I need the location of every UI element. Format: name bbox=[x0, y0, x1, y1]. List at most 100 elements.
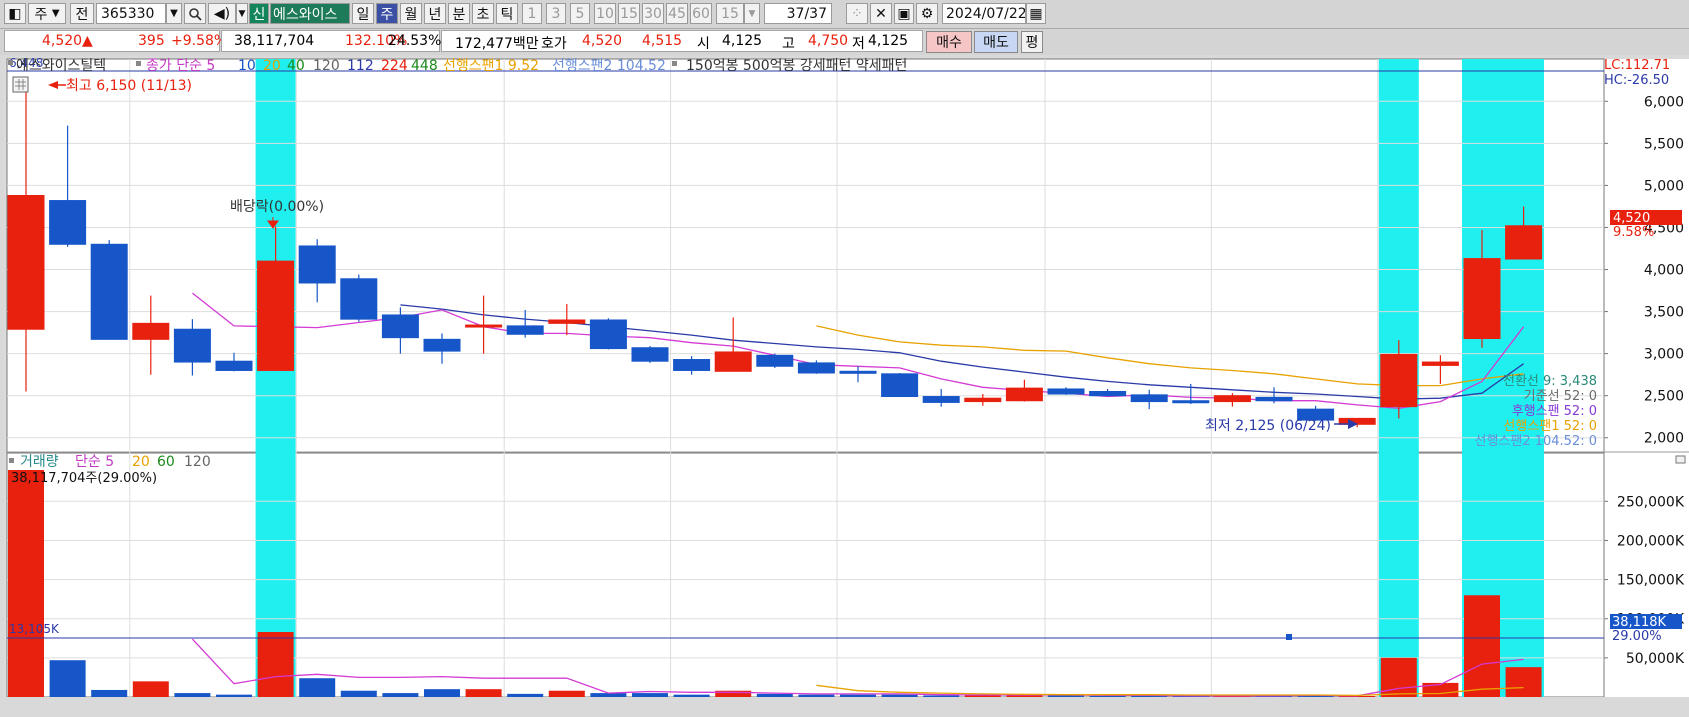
candle-body-29[interactable] bbox=[1213, 395, 1251, 403]
candle-body-0[interactable] bbox=[7, 195, 45, 330]
candle-body-26[interactable] bbox=[1089, 390, 1127, 397]
candle-body-30[interactable] bbox=[1255, 396, 1293, 402]
candle-body-22[interactable] bbox=[922, 396, 960, 403]
legend-ma-120[interactable]: 120 bbox=[313, 58, 340, 74]
calendar-icon[interactable]: ▦ bbox=[1026, 3, 1046, 24]
toolbar: ◧ 주 ▼ 전 365330 ▼ ◀) ▼ 신 에스와이스 일 주 월 년 분 … bbox=[0, 0, 1689, 29]
candle-body-25[interactable] bbox=[1047, 388, 1085, 395]
legend-ma-40[interactable]: 40 bbox=[287, 58, 305, 74]
speaker-dropdown-icon[interactable]: ▼ bbox=[236, 3, 248, 24]
grid-icon[interactable]: ⁘ bbox=[846, 3, 868, 24]
legend-ma-10[interactable]: 10 bbox=[238, 58, 256, 74]
crosshair-icon[interactable]: ✕ bbox=[870, 3, 892, 24]
pane-resize-icon[interactable] bbox=[1675, 455, 1686, 464]
candle-body-19[interactable] bbox=[797, 362, 835, 374]
speaker-icon[interactable]: ◀) bbox=[208, 3, 236, 24]
market-select[interactable]: 주 ▼ bbox=[28, 3, 66, 24]
interval-3[interactable]: 3 bbox=[546, 3, 566, 24]
period-month[interactable]: 월 bbox=[400, 3, 422, 24]
candle-body-10[interactable] bbox=[423, 338, 461, 352]
interval-15[interactable]: 15 bbox=[618, 3, 640, 24]
vol-legend-ma-60[interactable]: 60 bbox=[157, 454, 175, 470]
candle-body-21[interactable] bbox=[881, 373, 919, 398]
volume-bar-5 bbox=[216, 694, 252, 697]
interval-dropdown-icon[interactable]: ▼ bbox=[744, 3, 760, 24]
legend-ma-112[interactable]: 112 bbox=[347, 58, 374, 74]
candle-body-24[interactable] bbox=[1005, 387, 1043, 402]
period-year[interactable]: 년 bbox=[424, 3, 446, 24]
vol-legend-ma-120[interactable]: 120 bbox=[184, 454, 211, 470]
interval-1[interactable]: 1 bbox=[522, 3, 542, 24]
candle-body-17[interactable] bbox=[714, 351, 752, 372]
legend-span2[interactable]: 선행스팬2 104.52 bbox=[552, 58, 666, 74]
page-counter[interactable]: 37/37 bbox=[764, 3, 832, 24]
period-day[interactable]: 일 bbox=[352, 3, 374, 24]
candle-body-9[interactable] bbox=[381, 314, 419, 339]
interval-input[interactable]: 15 bbox=[716, 3, 744, 24]
date-input[interactable]: 2024/07/22 bbox=[942, 3, 1026, 24]
y-tick-label-2: 3,000 bbox=[1644, 347, 1684, 363]
y-tick-label-1: 2,500 bbox=[1644, 389, 1684, 405]
candle-body-34[interactable] bbox=[1421, 361, 1459, 366]
candle-body-28[interactable] bbox=[1172, 400, 1210, 404]
candle-body-4[interactable] bbox=[173, 328, 211, 363]
candle-body-6[interactable] bbox=[257, 260, 295, 371]
new-badge[interactable]: 신 bbox=[249, 3, 269, 24]
volume-pane bbox=[6, 452, 1605, 698]
candle-body-8[interactable] bbox=[340, 278, 378, 320]
candle-body-1[interactable] bbox=[49, 200, 87, 245]
save-icon[interactable]: ▣ bbox=[894, 3, 914, 24]
legend-ma-20[interactable]: 20 bbox=[263, 58, 281, 74]
eval-button[interactable]: 평 bbox=[1021, 31, 1043, 53]
settings-gear-icon[interactable]: ⚙ bbox=[916, 3, 938, 24]
interval-30[interactable]: 30 bbox=[642, 3, 664, 24]
interval-60[interactable]: 60 bbox=[690, 3, 712, 24]
candle-body-14[interactable] bbox=[589, 319, 627, 350]
period-second[interactable]: 초 bbox=[472, 3, 494, 24]
legend-pattern[interactable]: 150억봉 500억봉 강세패턴 약세패턴 bbox=[686, 58, 907, 74]
volume-bar-0 bbox=[8, 470, 44, 697]
candle-body-18[interactable] bbox=[756, 354, 794, 367]
search-icon[interactable] bbox=[184, 3, 206, 24]
layout-icon[interactable]: ◧ bbox=[4, 3, 26, 24]
code-input[interactable]: 365330 bbox=[96, 3, 166, 24]
interval-10[interactable]: 10 bbox=[594, 3, 616, 24]
legend-span1[interactable]: 선행스팬1 9.52 bbox=[443, 58, 539, 74]
candle-body-20[interactable] bbox=[839, 370, 877, 374]
legend-ma-224[interactable]: 224 bbox=[381, 58, 408, 74]
candle-body-23[interactable] bbox=[964, 397, 1002, 403]
volume-bar-36 bbox=[1505, 667, 1542, 697]
interval-45[interactable]: 45 bbox=[666, 3, 688, 24]
candle-body-33[interactable] bbox=[1380, 353, 1418, 408]
legend-ma-label[interactable]: 종가 단순 5 bbox=[146, 58, 215, 74]
candle-body-7[interactable] bbox=[298, 245, 336, 284]
period-week[interactable]: 주 bbox=[376, 3, 398, 24]
candle-body-5[interactable] bbox=[215, 360, 253, 371]
candle-body-2[interactable] bbox=[90, 243, 128, 340]
legend-ma-448[interactable]: 448 bbox=[411, 58, 438, 74]
buy-button[interactable]: 매수 bbox=[926, 31, 972, 53]
scope-button[interactable]: 전 bbox=[70, 3, 94, 24]
volume-bar-11 bbox=[465, 689, 502, 697]
candle-body-16[interactable] bbox=[673, 359, 711, 371]
period-tick[interactable]: 틱 bbox=[496, 3, 518, 24]
candle-body-35[interactable] bbox=[1463, 258, 1501, 339]
candle-body-12[interactable] bbox=[506, 325, 544, 335]
interval-5[interactable]: 5 bbox=[570, 3, 590, 24]
candle-body-27[interactable] bbox=[1130, 394, 1168, 403]
stock-name[interactable]: 에스와이스 bbox=[270, 3, 350, 24]
stock-chart[interactable]: 2,0002,5003,0003,5004,0004,5005,0005,500… bbox=[0, 55, 1689, 717]
candle-body-15[interactable] bbox=[631, 347, 669, 362]
code-dropdown-icon[interactable]: ▼ bbox=[166, 3, 182, 24]
candle-body-3[interactable] bbox=[132, 322, 170, 340]
candle-body-11[interactable] bbox=[465, 324, 503, 328]
vol-legend-name[interactable]: 거래량 bbox=[20, 454, 59, 470]
vol-legend-ma-20[interactable]: 20 bbox=[132, 454, 150, 470]
period-minute[interactable]: 분 bbox=[448, 3, 470, 24]
candle-body-36[interactable] bbox=[1505, 225, 1543, 260]
sell-button[interactable]: 매도 bbox=[974, 31, 1018, 53]
calendar-small-icon[interactable] bbox=[12, 76, 29, 93]
candle-body-13[interactable] bbox=[548, 319, 586, 324]
legend-stock-name[interactable]: 에스와이스틸텍 bbox=[16, 58, 106, 74]
vol-legend-ma[interactable]: 단순 5 bbox=[75, 454, 114, 470]
